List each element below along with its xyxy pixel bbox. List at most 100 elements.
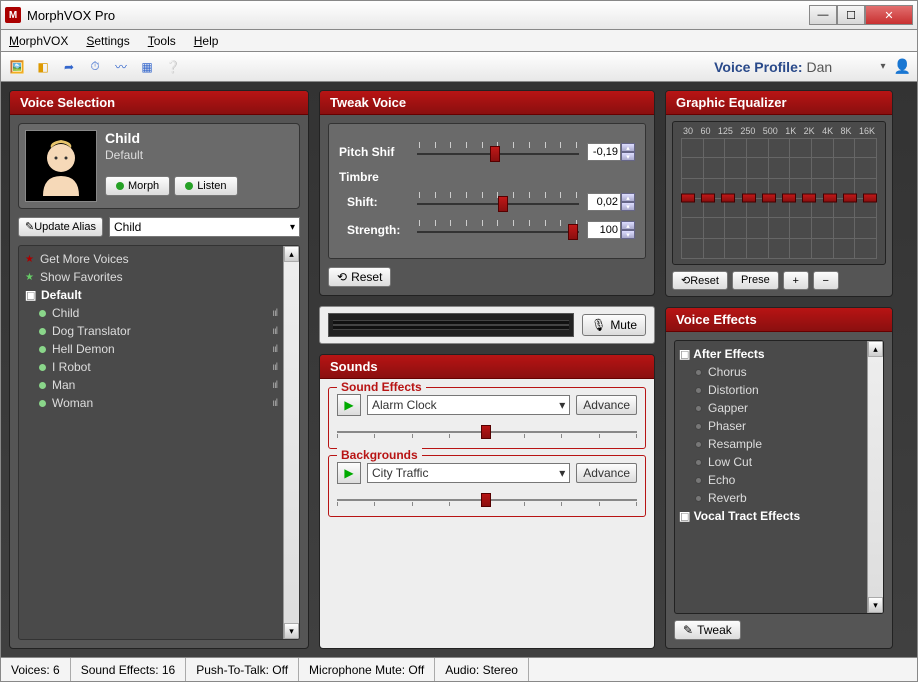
menu-help[interactable]: Help [194, 34, 219, 48]
update-alias-button[interactable]: ✎Update Alias [18, 217, 103, 237]
effect-reverb[interactable]: Reverb [679, 489, 863, 507]
bg-play-button[interactable]: ▶ [337, 462, 361, 484]
voice-item-robot[interactable]: I Robotııl [21, 358, 281, 376]
toolbar-icon-6[interactable]: ▦ [137, 57, 157, 77]
sfx-volume-slider[interactable] [337, 422, 637, 440]
pitch-value-input[interactable] [587, 143, 621, 161]
minimize-button[interactable]: — [809, 5, 837, 25]
toolbar-icon-1[interactable]: 🖼️ [7, 57, 27, 77]
toolbar-icon-3[interactable]: ➦ [59, 57, 79, 77]
spin-up-icon[interactable]: ▴ [621, 143, 635, 152]
voice-profile-value: Dan [807, 59, 877, 75]
tweak-reset-button[interactable]: ⟲Reset [328, 267, 391, 287]
shift-spinbox[interactable]: ▴▾ [587, 193, 635, 211]
spin-down-icon[interactable]: ▾ [621, 230, 635, 239]
person-icon[interactable]: 👤 [894, 58, 911, 75]
get-more-voices[interactable]: ★Get More Voices [21, 250, 281, 268]
scroll-down-icon[interactable]: ▾ [868, 597, 883, 613]
morph-button[interactable]: Morph [105, 176, 170, 196]
eq-plus-button[interactable]: + [783, 271, 809, 290]
audio-meter [328, 313, 574, 337]
strength-value-input[interactable] [587, 221, 621, 239]
toolbar-help-icon[interactable]: ❔ [163, 57, 183, 77]
window-titlebar: M MorphVOX Pro — ☐ ✕ [0, 0, 918, 30]
status-sfx: Sound Effects: 16 [71, 658, 187, 681]
shift-slider[interactable] [417, 192, 579, 212]
reset-icon: ⟲ [337, 270, 347, 284]
spin-up-icon[interactable]: ▴ [621, 193, 635, 202]
toolbar-wave-icon[interactable]: 〰 [111, 57, 131, 77]
mute-button[interactable]: 🎙Mute [582, 314, 646, 336]
listen-button[interactable]: Listen [174, 176, 237, 196]
pitch-label: Pitch Shif [339, 145, 409, 159]
sfx-select[interactable]: Alarm Clock▾ [367, 395, 570, 415]
effect-distortion[interactable]: Distortion [679, 381, 863, 399]
signal-icon: ııl [272, 398, 277, 409]
strength-spinbox[interactable]: ▴▾ [587, 221, 635, 239]
menu-tools[interactable]: Tools [148, 34, 176, 48]
status-bar: Voices: 6 Sound Effects: 16 Push-To-Talk… [0, 658, 918, 682]
voice-item-child[interactable]: Childııl [21, 304, 281, 322]
toolbar-icon-2[interactable]: ◧ [33, 57, 53, 77]
toolbar: 🖼️ ◧ ➦ ⏱ 〰 ▦ ❔ Voice Profile: Dan ▾ 👤 [0, 52, 918, 82]
effect-gapper[interactable]: Gapper [679, 399, 863, 417]
current-voice-sub: Default [105, 148, 238, 162]
bg-advance-button[interactable]: Advance [576, 463, 637, 483]
after-effects-group[interactable]: ▣ After Effects [679, 345, 863, 363]
sfx-play-button[interactable]: ▶ [337, 394, 361, 416]
spin-down-icon[interactable]: ▾ [621, 202, 635, 211]
effects-list: ▣ After Effects Chorus Distortion Gapper… [675, 341, 867, 613]
voice-item-man[interactable]: Manııl [21, 376, 281, 394]
current-voice-name: Child [105, 130, 238, 146]
bg-volume-slider[interactable] [337, 490, 637, 508]
effect-resample[interactable]: Resample [679, 435, 863, 453]
status-voices: Voices: 6 [1, 658, 71, 681]
effect-lowcut[interactable]: Low Cut [679, 453, 863, 471]
eq-grid[interactable] [681, 138, 877, 258]
toolbar-timer-icon[interactable]: ⏱ [85, 57, 105, 77]
maximize-button[interactable]: ☐ [837, 5, 865, 25]
timbre-label: Timbre [339, 170, 635, 184]
sfx-advance-button[interactable]: Advance [576, 395, 637, 415]
alias-caret-icon: ▾ [290, 222, 295, 233]
voice-item-hell[interactable]: Hell Demonııl [21, 340, 281, 358]
menu-morphvox[interactable]: MorphVOX [9, 34, 68, 48]
scroll-down-icon[interactable]: ▾ [284, 623, 299, 639]
effects-scrollbar[interactable]: ▴ ▾ [867, 341, 883, 613]
app-icon: M [5, 7, 21, 23]
voice-item-dog[interactable]: Dog Translatorııl [21, 322, 281, 340]
pitch-spinbox[interactable]: ▴▾ [587, 143, 635, 161]
effect-chorus[interactable]: Chorus [679, 363, 863, 381]
pitch-slider[interactable] [417, 142, 579, 162]
effect-phaser[interactable]: Phaser [679, 417, 863, 435]
alias-select[interactable]: Child ▾ [109, 217, 300, 237]
shift-value-input[interactable] [587, 193, 621, 211]
shift-label: Shift: [339, 195, 409, 209]
effects-tweak-button[interactable]: ✎Tweak [674, 620, 741, 640]
signal-icon: ııl [272, 380, 277, 391]
close-button[interactable]: ✕ [865, 5, 913, 25]
eq-minus-button[interactable]: − [813, 271, 839, 290]
menu-settings[interactable]: Settings [86, 34, 129, 48]
voice-list-scrollbar[interactable]: ▴ ▾ [283, 246, 299, 639]
alias-select-value: Child [114, 220, 141, 234]
voice-avatar [25, 130, 97, 202]
spin-down-icon[interactable]: ▾ [621, 152, 635, 161]
bg-select[interactable]: City Traffic▾ [367, 463, 570, 483]
effect-echo[interactable]: Echo [679, 471, 863, 489]
scroll-up-icon[interactable]: ▴ [284, 246, 299, 262]
voice-profile-selector[interactable]: Voice Profile: Dan ▾ 👤 [714, 58, 911, 75]
spin-up-icon[interactable]: ▴ [621, 221, 635, 230]
eq-reset-button[interactable]: ⟲Reset [672, 271, 728, 290]
current-voice-card: Child Default Morph Listen [18, 123, 300, 209]
wand-icon: ✎ [683, 623, 693, 637]
menu-bar: MorphVOX Settings Tools Help [0, 30, 918, 52]
vocal-tract-group[interactable]: ▣ Vocal Tract Effects [679, 507, 863, 525]
backgrounds-label: Backgrounds [337, 448, 422, 462]
voice-item-woman[interactable]: Womanııl [21, 394, 281, 412]
show-favorites[interactable]: ★Show Favorites [21, 268, 281, 286]
voice-group-default[interactable]: ▣Default [21, 286, 281, 304]
eq-preset-button[interactable]: Prese [732, 271, 779, 290]
scroll-up-icon[interactable]: ▴ [868, 341, 883, 357]
strength-slider[interactable] [417, 220, 579, 240]
